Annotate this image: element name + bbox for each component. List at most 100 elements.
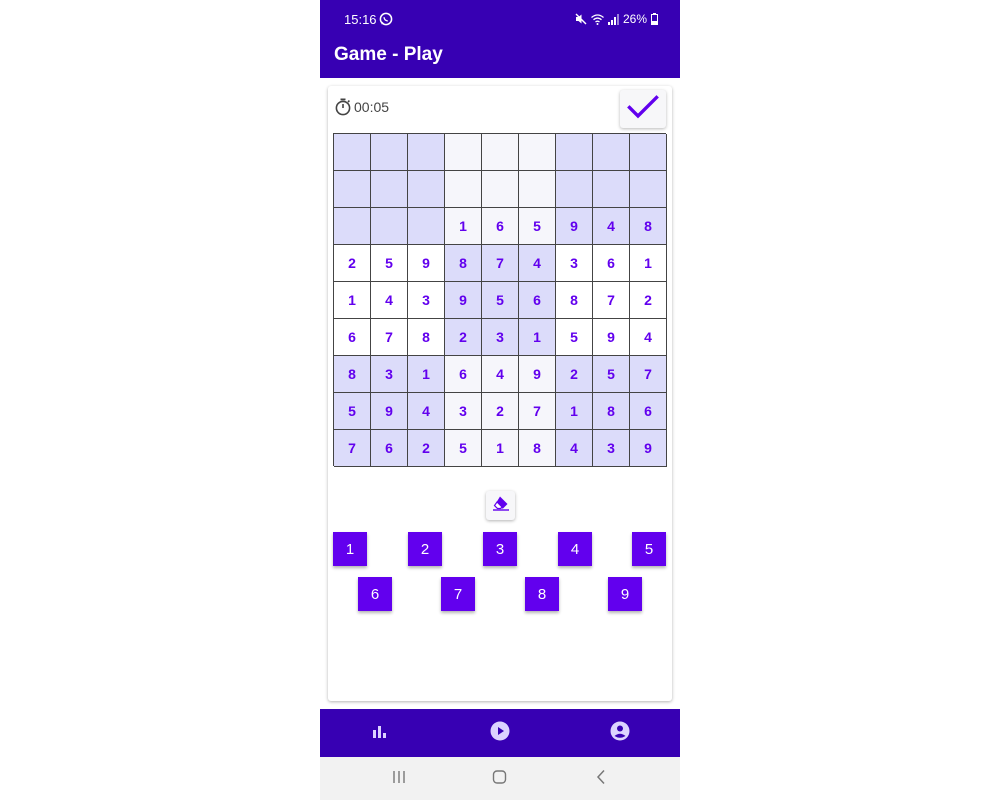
- sudoku-cell[interactable]: 9: [371, 393, 408, 430]
- sudoku-cell[interactable]: 3: [445, 393, 482, 430]
- sudoku-cell[interactable]: 2: [334, 245, 371, 282]
- sudoku-cell[interactable]: 8: [519, 430, 556, 467]
- nav-profile[interactable]: [610, 721, 630, 746]
- sudoku-cell[interactable]: 6: [371, 430, 408, 467]
- sudoku-cell[interactable]: 9: [445, 282, 482, 319]
- sudoku-cell[interactable]: 4: [371, 282, 408, 319]
- sudoku-cell[interactable]: 5: [334, 393, 371, 430]
- game-card: 00:05 1659482598743611439568726782315948…: [328, 86, 672, 701]
- sudoku-cell[interactable]: 8: [630, 208, 667, 245]
- sudoku-cell[interactable]: 8: [408, 319, 445, 356]
- sudoku-cell[interactable]: 8: [334, 356, 371, 393]
- sudoku-cell[interactable]: 4: [556, 430, 593, 467]
- sudoku-cell[interactable]: 4: [482, 356, 519, 393]
- sudoku-cell[interactable]: [408, 171, 445, 208]
- sudoku-cell[interactable]: 8: [556, 282, 593, 319]
- sudoku-cell[interactable]: [371, 134, 408, 171]
- sudoku-cell[interactable]: 9: [593, 319, 630, 356]
- sudoku-cell[interactable]: [556, 171, 593, 208]
- sudoku-cell[interactable]: 7: [593, 282, 630, 319]
- sudoku-cell[interactable]: 6: [334, 319, 371, 356]
- sudoku-cell[interactable]: 7: [334, 430, 371, 467]
- sudoku-cell[interactable]: 5: [556, 319, 593, 356]
- sudoku-cell[interactable]: [630, 134, 667, 171]
- check-solution-button[interactable]: [620, 90, 666, 128]
- sudoku-cell[interactable]: 8: [593, 393, 630, 430]
- recent-apps-button[interactable]: [390, 770, 408, 788]
- sudoku-cell[interactable]: 1: [630, 245, 667, 282]
- number-key-8[interactable]: 8: [525, 577, 559, 611]
- number-key-2[interactable]: 2: [408, 532, 442, 566]
- eraser-button[interactable]: [486, 491, 515, 520]
- sudoku-cell[interactable]: [408, 134, 445, 171]
- sudoku-cell[interactable]: 3: [593, 430, 630, 467]
- sudoku-cell[interactable]: 9: [556, 208, 593, 245]
- sudoku-cell[interactable]: [593, 171, 630, 208]
- sudoku-cell[interactable]: [482, 134, 519, 171]
- sudoku-cell[interactable]: 9: [408, 245, 445, 282]
- number-key-5[interactable]: 5: [632, 532, 666, 566]
- sudoku-cell[interactable]: 2: [630, 282, 667, 319]
- sudoku-cell[interactable]: 2: [445, 319, 482, 356]
- sudoku-cell[interactable]: [556, 134, 593, 171]
- sudoku-cell[interactable]: 5: [482, 282, 519, 319]
- sudoku-cell[interactable]: 5: [445, 430, 482, 467]
- home-button[interactable]: [491, 769, 509, 788]
- sudoku-cell[interactable]: 7: [482, 245, 519, 282]
- sudoku-cell[interactable]: 1: [556, 393, 593, 430]
- sudoku-cell[interactable]: [519, 134, 556, 171]
- sudoku-cell[interactable]: 5: [593, 356, 630, 393]
- sudoku-cell[interactable]: 4: [630, 319, 667, 356]
- account-circle-icon: [610, 721, 630, 746]
- sudoku-cell[interactable]: 6: [593, 245, 630, 282]
- sudoku-cell[interactable]: 8: [445, 245, 482, 282]
- sudoku-cell[interactable]: [371, 171, 408, 208]
- sudoku-cell[interactable]: 4: [519, 245, 556, 282]
- sudoku-cell[interactable]: 7: [519, 393, 556, 430]
- sudoku-cell[interactable]: 2: [482, 393, 519, 430]
- nav-play[interactable]: [490, 721, 510, 743]
- number-key-7[interactable]: 7: [441, 577, 475, 611]
- sudoku-cell[interactable]: [334, 134, 371, 171]
- sudoku-cell[interactable]: 4: [408, 393, 445, 430]
- sudoku-cell[interactable]: [482, 171, 519, 208]
- sudoku-cell[interactable]: 1: [482, 430, 519, 467]
- sudoku-cell[interactable]: 9: [630, 430, 667, 467]
- sudoku-cell[interactable]: 3: [482, 319, 519, 356]
- sudoku-cell[interactable]: [519, 171, 556, 208]
- sudoku-cell[interactable]: 1: [519, 319, 556, 356]
- sudoku-cell[interactable]: [371, 208, 408, 245]
- number-key-1[interactable]: 1: [333, 532, 367, 566]
- sudoku-cell[interactable]: 9: [519, 356, 556, 393]
- number-key-4[interactable]: 4: [558, 532, 592, 566]
- sudoku-cell[interactable]: [408, 208, 445, 245]
- sudoku-cell[interactable]: [630, 171, 667, 208]
- sudoku-cell[interactable]: 7: [630, 356, 667, 393]
- sudoku-cell[interactable]: 7: [371, 319, 408, 356]
- sudoku-cell[interactable]: [445, 171, 482, 208]
- sudoku-cell[interactable]: [445, 134, 482, 171]
- sudoku-cell[interactable]: 6: [482, 208, 519, 245]
- sudoku-cell[interactable]: 3: [556, 245, 593, 282]
- sudoku-cell[interactable]: 3: [371, 356, 408, 393]
- sudoku-cell[interactable]: 5: [519, 208, 556, 245]
- sudoku-cell[interactable]: 5: [371, 245, 408, 282]
- sudoku-cell[interactable]: 6: [445, 356, 482, 393]
- sudoku-cell[interactable]: 2: [408, 430, 445, 467]
- sudoku-cell[interactable]: [593, 134, 630, 171]
- sudoku-cell[interactable]: 1: [408, 356, 445, 393]
- sudoku-cell[interactable]: 2: [556, 356, 593, 393]
- number-key-3[interactable]: 3: [483, 532, 517, 566]
- sudoku-cell[interactable]: 3: [408, 282, 445, 319]
- number-key-9[interactable]: 9: [608, 577, 642, 611]
- sudoku-cell[interactable]: [334, 171, 371, 208]
- sudoku-cell[interactable]: 6: [630, 393, 667, 430]
- back-button[interactable]: [592, 769, 610, 788]
- sudoku-cell[interactable]: [334, 208, 371, 245]
- nav-stats[interactable]: [369, 723, 389, 743]
- sudoku-cell[interactable]: 1: [334, 282, 371, 319]
- sudoku-cell[interactable]: 4: [593, 208, 630, 245]
- sudoku-cell[interactable]: 6: [519, 282, 556, 319]
- number-key-6[interactable]: 6: [358, 577, 392, 611]
- sudoku-cell[interactable]: 1: [445, 208, 482, 245]
